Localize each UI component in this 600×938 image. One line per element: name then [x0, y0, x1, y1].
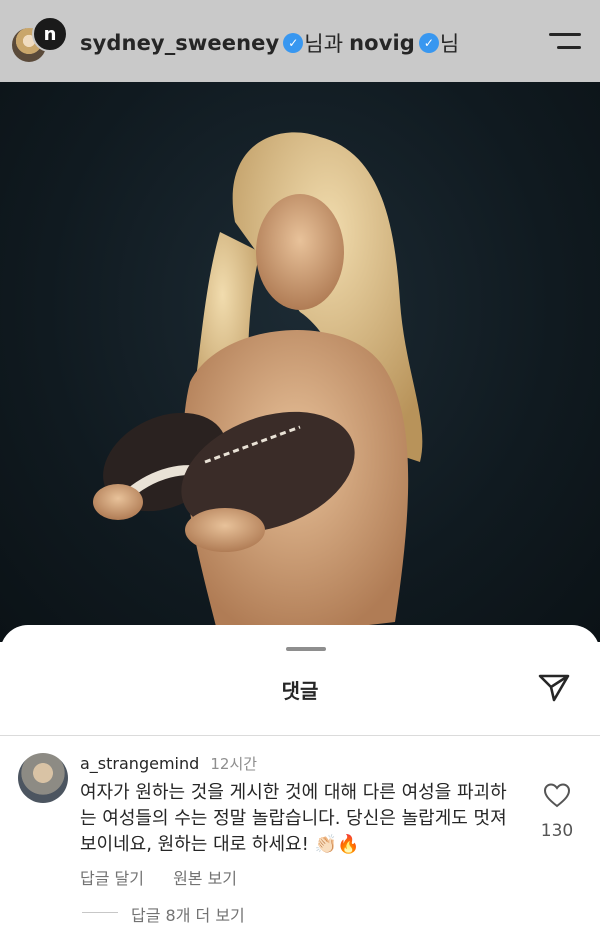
- post-photo[interactable]: [0, 82, 600, 642]
- comments-title: 댓글: [281, 679, 319, 703]
- see-original-button[interactable]: 원본 보기: [173, 869, 237, 888]
- menu-icon[interactable]: [549, 33, 581, 51]
- comment-header: a_strangemind 12시간: [80, 753, 257, 774]
- share-icon[interactable]: [536, 669, 572, 705]
- joiner-text: 님과: [304, 32, 344, 56]
- post-author-line: sydney_sweeney ✓ 님과 novig ✓ 님: [80, 28, 459, 58]
- comments-sheet: 댓글 a_strangemind 12시간 여자가 원하는 것을 게시한 것에 …: [0, 625, 600, 938]
- commenter-username[interactable]: a_strangemind: [80, 754, 199, 773]
- replies-divider-line: [82, 912, 118, 913]
- view-replies-button[interactable]: 답글 8개 더 보기: [131, 902, 245, 926]
- comment-timestamp: 12시간: [210, 755, 258, 773]
- drag-handle[interactable]: [286, 647, 326, 651]
- reply-button[interactable]: 답글 달기: [80, 869, 144, 888]
- post-header: n sydney_sweeney ✓ 님과 novig ✓ 님: [0, 0, 600, 82]
- heart-icon[interactable]: [543, 782, 571, 808]
- divider: [0, 735, 600, 736]
- verified-badge-icon: ✓: [283, 33, 304, 53]
- verified-badge-icon: ✓: [418, 33, 439, 53]
- author-username[interactable]: sydney_sweeney: [80, 31, 279, 55]
- comment-actions: 답글 달기 원본 보기: [80, 865, 261, 889]
- commenter-avatar[interactable]: [18, 753, 68, 803]
- suffix-text: 님: [439, 32, 460, 56]
- like-count: 130: [540, 821, 574, 841]
- collab-avatars[interactable]: n: [10, 16, 68, 68]
- collaborator-username[interactable]: novig: [349, 31, 415, 55]
- collaborator-avatar-glyph: n: [43, 23, 57, 45]
- collaborator-avatar[interactable]: n: [32, 16, 68, 52]
- comment-text: 여자가 원하는 것을 게시한 것에 대해 다른 여성을 파괴하는 여성들의 수는…: [80, 782, 507, 855]
- photo-illustration: [93, 132, 423, 642]
